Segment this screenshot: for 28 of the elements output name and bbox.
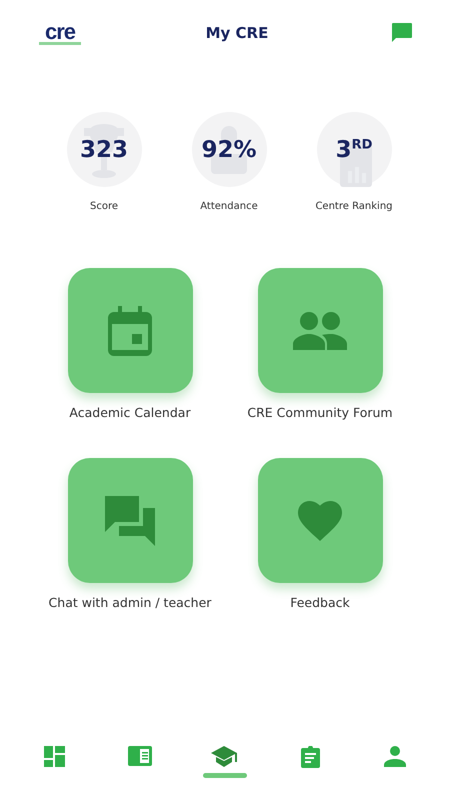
stat-label: Centre Ranking — [315, 201, 393, 212]
person-icon[interactable] — [384, 746, 406, 767]
clipboard-icon[interactable] — [300, 746, 320, 768]
book-icon[interactable] — [128, 746, 152, 766]
message-icon[interactable] — [392, 23, 412, 43]
menu-tile[interactable] — [68, 458, 192, 583]
stat-value: 92% — [201, 136, 257, 162]
heart-icon — [298, 500, 342, 540]
logo: cre — [38, 22, 82, 44]
active-tab-indicator — [202, 773, 247, 778]
stat-value: 323 — [80, 136, 128, 162]
people-icon — [293, 312, 347, 350]
graduation-cap-icon[interactable] — [211, 746, 238, 767]
tile-label[interactable]: Chat with admin / teacher — [48, 595, 212, 610]
tile-label[interactable]: Academic Calendar — [69, 405, 191, 420]
calendar-icon — [106, 306, 154, 356]
page-title: My CRE — [206, 24, 268, 42]
tile-label[interactable]: CRE Community Forum — [247, 405, 393, 420]
stat-label: Attendance — [200, 201, 258, 212]
menu-tile[interactable] — [68, 268, 192, 393]
trophy-icon — [82, 122, 126, 178]
menu-tile[interactable] — [258, 268, 382, 393]
tile-label[interactable]: Feedback — [290, 595, 350, 610]
stat-value: 3$^{RD}$ — [336, 136, 372, 162]
stat-label: Score — [90, 201, 118, 212]
chat-icon — [105, 496, 155, 546]
dashboard-icon[interactable] — [44, 746, 66, 767]
menu-tile[interactable] — [258, 458, 382, 583]
